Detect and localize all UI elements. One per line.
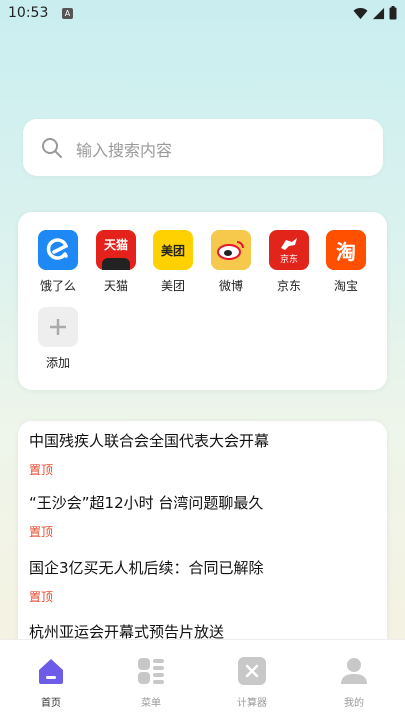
status-bar: 10:53 A xyxy=(0,0,405,30)
search-input[interactable]: 输入搜索内容 xyxy=(23,119,383,176)
app-label: 京东 xyxy=(276,279,301,293)
app-weibo[interactable]: 微博 xyxy=(206,230,256,294)
news-item[interactable]: 中国残疾人联合会全国代表大会开幕 置顶 xyxy=(29,430,269,478)
app-eleme[interactable]: 饿了么 xyxy=(33,230,83,294)
news-title: “王沙会”超12小时 台湾问题聊最久 xyxy=(29,494,264,512)
eleme-icon xyxy=(38,230,78,270)
nav-label: 计算器 xyxy=(237,698,267,709)
menu-grid-icon xyxy=(136,656,166,686)
app-label: 饿了么 xyxy=(39,279,76,293)
app-shortcuts-card: 饿了么 天猫 天猫 美团 美团 微博 京东 京东 淘 淘宝 添加 xyxy=(18,212,387,390)
bottom-nav: 首页 菜单 计算器 我的 xyxy=(0,639,405,720)
add-app-button[interactable]: 添加 xyxy=(33,307,83,371)
nav-profile[interactable]: 我的 xyxy=(324,656,384,709)
app-meituan[interactable]: 美团 美团 xyxy=(148,230,198,294)
news-item[interactable]: 国企3亿买无人机后续：合同已解除 置顶 xyxy=(29,557,264,605)
weibo-icon xyxy=(211,230,251,270)
jd-icon: 京东 xyxy=(269,230,309,270)
taobao-icon: 淘 xyxy=(326,230,366,270)
news-title: 国企3亿买无人机后续：合同已解除 xyxy=(29,559,264,577)
app-taobao[interactable]: 淘 淘宝 xyxy=(321,230,371,294)
tmall-icon: 天猫 xyxy=(96,230,136,270)
app-label: 添加 xyxy=(45,356,70,370)
app-label: 美团 xyxy=(160,279,185,293)
app-label: 天猫 xyxy=(103,279,128,293)
add-icon xyxy=(38,307,78,347)
nav-home[interactable]: 首页 xyxy=(21,656,81,709)
app-label: 淘宝 xyxy=(333,279,358,293)
signal-icon xyxy=(372,7,385,19)
app-jd[interactable]: 京东 京东 xyxy=(264,230,314,294)
wifi-icon xyxy=(353,7,368,19)
pinned-badge: 置顶 xyxy=(29,463,54,477)
status-time: 10:53 xyxy=(8,5,49,21)
status-icons xyxy=(353,6,397,20)
nav-label: 我的 xyxy=(344,698,364,709)
nav-menu[interactable]: 菜单 xyxy=(121,656,181,709)
nav-label: 首页 xyxy=(41,698,61,709)
notification-badge: A xyxy=(62,8,73,19)
pinned-badge: 置顶 xyxy=(29,525,54,539)
nav-calculator[interactable]: 计算器 xyxy=(222,656,282,709)
news-list: 中国残疾人联合会全国代表大会开幕 置顶 “王沙会”超12小时 台湾问题聊最久 置… xyxy=(18,421,387,661)
calculator-icon xyxy=(237,656,267,686)
pinned-badge: 置顶 xyxy=(29,590,54,604)
news-item[interactable]: “王沙会”超12小时 台湾问题聊最久 置顶 xyxy=(29,492,263,540)
search-icon xyxy=(42,138,62,158)
nav-label: 菜单 xyxy=(141,698,161,709)
search-placeholder: 输入搜索内容 xyxy=(76,141,173,160)
battery-icon xyxy=(389,6,397,20)
user-icon xyxy=(339,656,369,686)
app-tmall[interactable]: 天猫 天猫 xyxy=(91,230,141,294)
meituan-icon: 美团 xyxy=(153,230,193,270)
home-icon xyxy=(36,656,66,686)
news-title: 中国残疾人联合会全国代表大会开幕 xyxy=(29,432,270,450)
app-label: 微博 xyxy=(218,279,243,293)
